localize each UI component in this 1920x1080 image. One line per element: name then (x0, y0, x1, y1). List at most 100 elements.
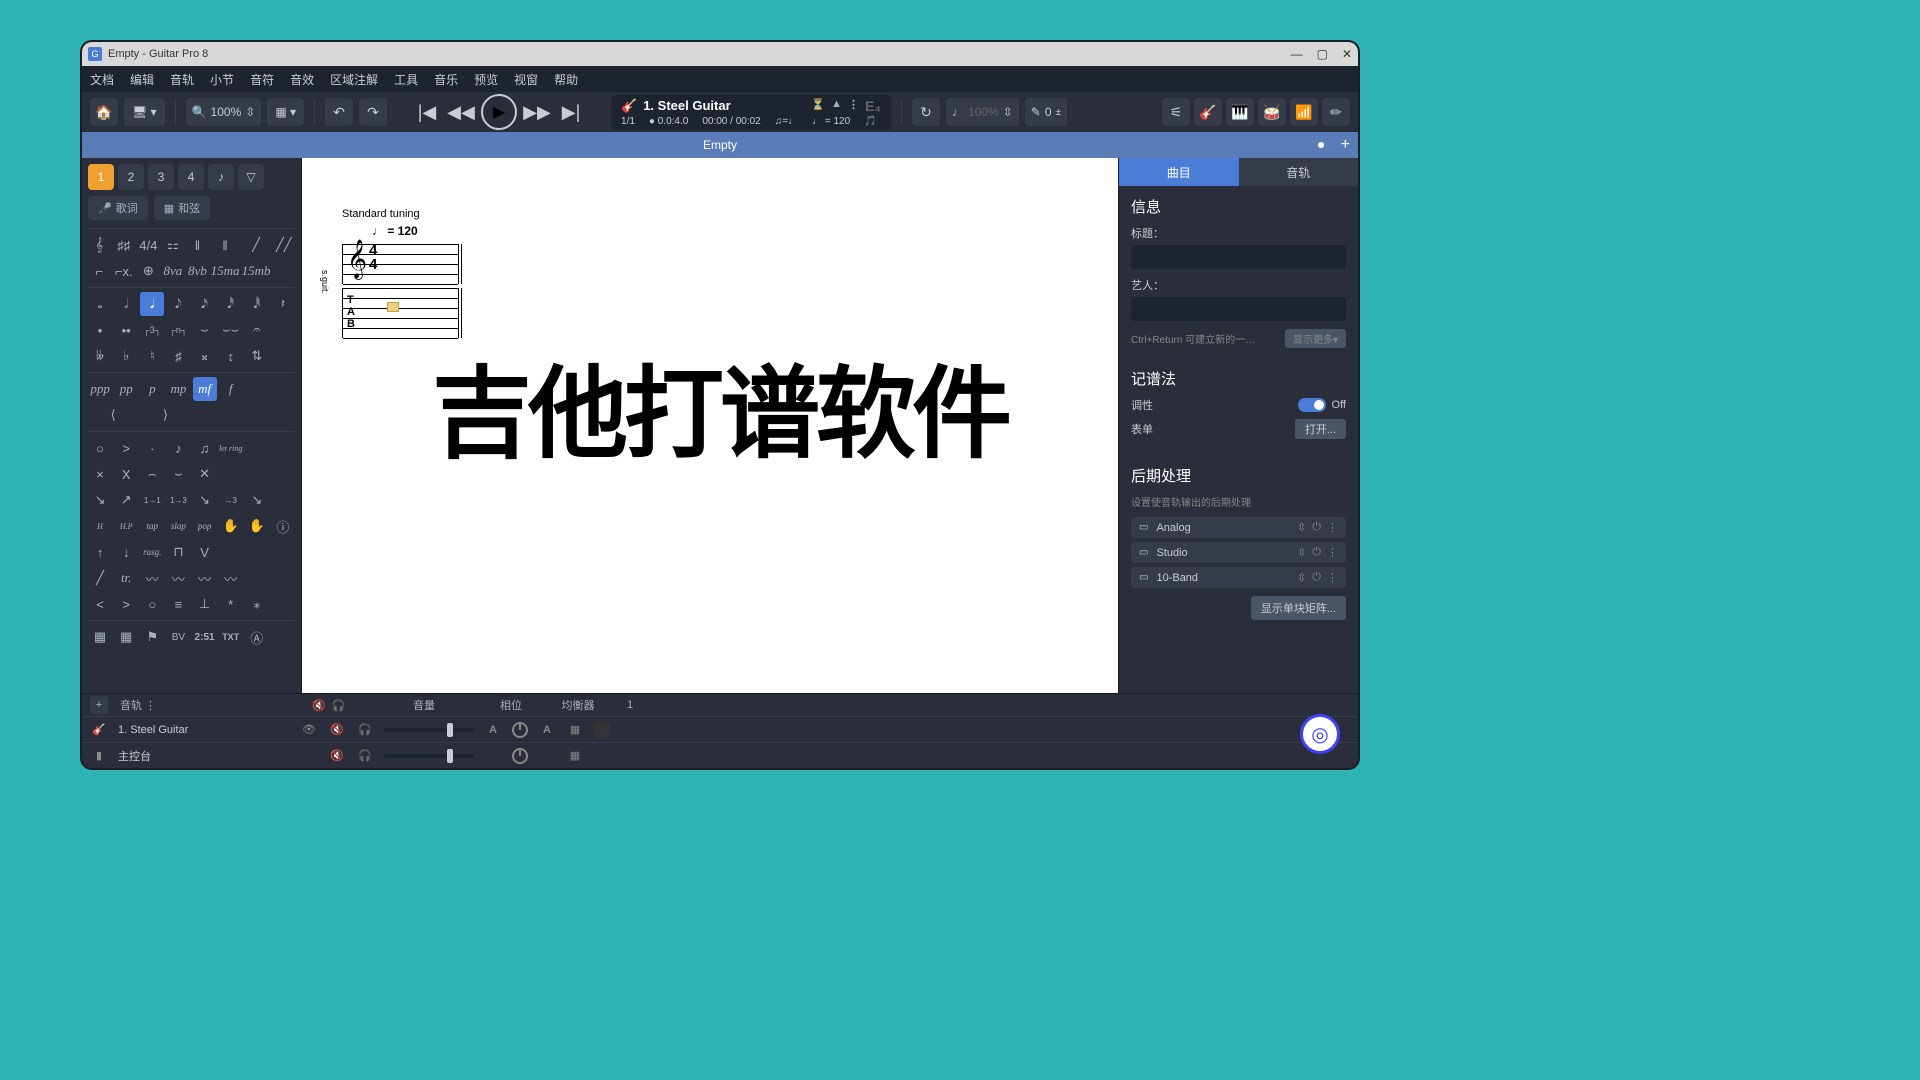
menu-section[interactable]: 区域注解 (330, 71, 378, 88)
slide4-icon[interactable]: 1→3 (166, 488, 190, 512)
cross-icon[interactable]: X (114, 462, 138, 486)
barline-icon[interactable]: ╱ (242, 233, 271, 257)
metronome-icon[interactable]: ▲ (831, 98, 842, 114)
harmonic-icon[interactable]: H (88, 514, 112, 538)
voice-2-button[interactable]: 2 (118, 164, 144, 190)
vib-icon[interactable]: 〰 (140, 566, 164, 590)
score-canvas[interactable]: Standard tuning ♩ = 120 s.guit. 𝄞 44 TAB (302, 158, 1118, 693)
show-matrix-button[interactable]: 显示单块矩阵... (1251, 596, 1346, 620)
grace-icon[interactable]: ♪ (166, 436, 190, 460)
display-mode-button[interactable]: 🖥 ▾ (124, 98, 165, 126)
vib4-icon[interactable]: 〰 (219, 566, 243, 590)
track-name[interactable]: 1. Steel Guitar (643, 98, 730, 113)
menu-preview[interactable]: 预览 (474, 71, 498, 88)
acc-down-icon[interactable]: ⇅ (245, 344, 269, 368)
8va-icon[interactable]: 8va (162, 259, 185, 283)
grid2-icon[interactable]: ▦ (114, 625, 138, 649)
close-button[interactable]: ✕ (1342, 47, 1352, 61)
barline2-icon[interactable]: ╱╱ (272, 233, 295, 257)
eq-button[interactable]: ▦ (566, 721, 584, 739)
fx-10band[interactable]: ▭10-Band⇳⏻⋮ (1131, 567, 1346, 588)
go-end-button[interactable]: ▶| (557, 98, 585, 126)
slide5-icon[interactable]: ↘ (193, 488, 217, 512)
accent-icon[interactable]: > (114, 436, 138, 460)
bend-o-icon[interactable]: ○ (140, 592, 164, 616)
menu-track[interactable]: 音轨 (170, 71, 194, 88)
open-form-button[interactable]: 打开... (1295, 419, 1346, 439)
slide7-icon[interactable]: ↘ (245, 488, 269, 512)
tap-icon[interactable]: tap (140, 514, 164, 538)
new-tab-button[interactable]: + (1341, 136, 1350, 154)
menu-bar[interactable]: 小节 (210, 71, 234, 88)
master-volume-slider[interactable] (384, 754, 474, 758)
add-track-button[interactable]: + (90, 696, 108, 714)
mp-icon[interactable]: mp (166, 377, 190, 401)
menu-tools[interactable]: 工具 (394, 71, 418, 88)
vib3-icon[interactable]: 〰 (193, 566, 217, 590)
doublesharp-icon[interactable]: 𝄪 (193, 344, 217, 368)
mute-button[interactable]: 🔇 (328, 721, 346, 739)
menu-edit[interactable]: 编辑 (130, 71, 154, 88)
play-button[interactable]: ▶ (481, 94, 517, 130)
zoom-control[interactable]: 🔍 100% ⇳ (186, 98, 262, 126)
voice-3-button[interactable]: 3 (148, 164, 174, 190)
thirtysecond-note[interactable]: 𝅘𝅥𝅰 (219, 292, 243, 316)
keysig-icon[interactable]: ♯♯ (113, 233, 136, 257)
coda-icon[interactable]: ⊕ (137, 259, 160, 283)
home-button[interactable]: 🏠 (90, 98, 118, 126)
fretboard-view-icon[interactable]: 🎸 (1194, 98, 1222, 126)
master-eq-button[interactable]: ▦ (566, 747, 584, 765)
countdown-icon[interactable]: ⏳ (811, 98, 825, 114)
bend-gt-icon[interactable]: > (114, 592, 138, 616)
sixtyfourth-note[interactable]: 𝅘𝅥𝅱 (245, 292, 269, 316)
volume-slider[interactable] (384, 728, 474, 732)
tab-song[interactable]: 曲目 (1119, 158, 1239, 186)
palm-icon[interactable]: ✋ (219, 514, 243, 538)
auto-icon[interactable]: A (484, 721, 502, 739)
menu-file[interactable]: 文档 (90, 71, 114, 88)
pan-knob[interactable] (512, 722, 528, 738)
forward-button[interactable]: ▶▶ (523, 98, 551, 126)
palm2-icon[interactable]: ✋ (245, 514, 269, 538)
timesig-icon[interactable]: 4/4 (137, 233, 160, 257)
fx-updown-icon[interactable]: ⇳ (1297, 521, 1306, 534)
menu-music[interactable]: 音乐 (434, 71, 458, 88)
slide1-icon[interactable]: ↘ (88, 488, 112, 512)
notation-staff[interactable]: 𝄞 44 (342, 244, 462, 284)
options-icon[interactable]: ⋮ (848, 98, 859, 114)
tap-xicon[interactable]: ✕ (193, 462, 217, 486)
letring-icon[interactable]: let ring (219, 436, 243, 460)
transpose-control[interactable]: ✎ 0 ± (1025, 98, 1067, 126)
voice-4-button[interactable]: 4 (178, 164, 204, 190)
audio-view-icon[interactable]: ⚟ (1162, 98, 1190, 126)
clef-icon[interactable]: 𝄞 (88, 233, 111, 257)
flat-icon[interactable]: ♭ (114, 344, 138, 368)
f-icon[interactable]: f (219, 377, 243, 401)
hammer-icon[interactable]: ⌢ (140, 462, 164, 486)
8vb-icon[interactable]: 8vb (186, 259, 209, 283)
drums-view-icon[interactable]: 🥁 (1258, 98, 1286, 126)
undo-button[interactable]: ↶ (325, 98, 353, 126)
cresc-icon[interactable]: ⟨ (88, 403, 138, 427)
tab-empty[interactable]: Empty (703, 138, 737, 152)
fx-power-icon[interactable]: ⏻ (1312, 521, 1321, 534)
transpose-toggle[interactable] (1298, 398, 1326, 412)
bend-eq-icon[interactable]: ≡ (166, 592, 190, 616)
show-more-button[interactable]: 显示更多▾ (1285, 329, 1346, 348)
slap-icon[interactable]: slap (166, 514, 190, 538)
tie-icon[interactable]: ⌣ (193, 318, 217, 342)
master-solo-button[interactable]: 🎧 (356, 747, 374, 765)
title-input[interactable] (1131, 245, 1346, 269)
sharp-icon[interactable]: ♯ (166, 344, 190, 368)
mf-icon[interactable]: mf (193, 377, 217, 401)
box-a-icon[interactable]: Ⓐ (245, 625, 269, 649)
txt-icon[interactable]: TXT (219, 625, 243, 649)
pick1-icon[interactable]: ⊓ (166, 540, 190, 564)
chord-button[interactable]: ▦ 和弦 (154, 196, 210, 220)
artist-input[interactable] (1131, 297, 1346, 321)
redo-button[interactable]: ↷ (359, 98, 387, 126)
bend-lt-icon[interactable]: < (88, 592, 112, 616)
track-instrument-icon[interactable]: 🎸 (90, 721, 108, 739)
ppp-icon[interactable]: ppp (88, 377, 112, 401)
menu-effect[interactable]: 音效 (290, 71, 314, 88)
